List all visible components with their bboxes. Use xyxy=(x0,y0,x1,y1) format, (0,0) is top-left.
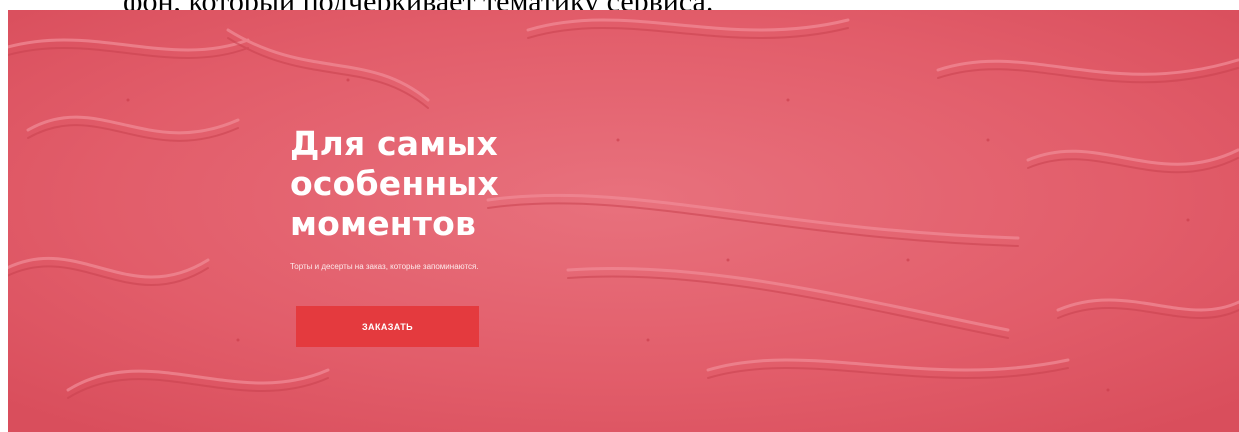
hero-title-line: моментов xyxy=(290,204,477,243)
hero-title-line: особенных xyxy=(290,164,499,203)
hero-title: Для самых особенных моментов xyxy=(290,124,499,244)
document-caption-text: фон, который подчеркивает тематику серви… xyxy=(0,0,1239,10)
order-button[interactable]: ЗАКАЗАТЬ xyxy=(296,306,479,347)
hero-content: Для самых особенных моментов Торты и дес… xyxy=(290,124,499,273)
document-caption: фон, который подчеркивает тематику серви… xyxy=(0,0,1239,10)
hero-banner: Для самых особенных моментов Торты и дес… xyxy=(8,10,1239,432)
hero-title-line: Для самых xyxy=(290,124,498,163)
document-page: фон, который подчеркивает тематику серви… xyxy=(0,0,1239,432)
frosting-texture-image xyxy=(8,10,1239,432)
hero-subtitle: Торты и десерты на заказ, которые запоми… xyxy=(290,262,479,271)
